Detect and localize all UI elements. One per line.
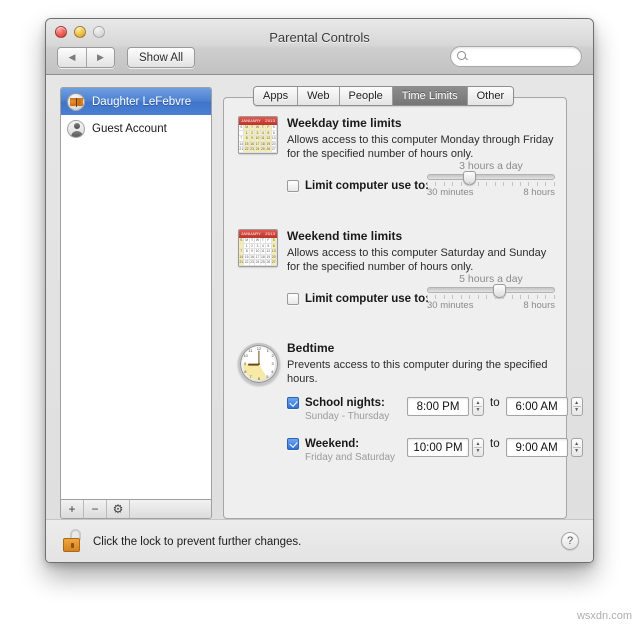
lock-message: Click the lock to prevent further change… — [93, 536, 301, 548]
weekend-start-stepper[interactable]: ▲▼ — [472, 438, 484, 457]
parental-controls-window: Parental Controls ◀ ▶ Show All Daughter … — [45, 18, 594, 563]
bedtime-weekend-row: Weekend: Friday and Saturday 10:00 PM ▲▼… — [287, 438, 583, 463]
search-field[interactable] — [450, 46, 582, 67]
section-description: Prevents access to this computer during … — [287, 358, 558, 386]
weekday-slider-track[interactable] — [427, 174, 555, 180]
weekend-slider-track[interactable] — [427, 287, 555, 293]
tab-people[interactable]: People — [339, 87, 392, 105]
school-nights-checkbox[interactable] — [287, 397, 299, 409]
weekend-limit-row[interactable]: Limit computer use to: — [287, 293, 429, 305]
weekend-slider-value: 5 hours a day — [427, 273, 555, 285]
weekday-limit-checkbox[interactable] — [287, 180, 299, 192]
toolbar: ◀ ▶ Show All — [46, 45, 593, 75]
school-nights-sublabel: Sunday - Thursday — [305, 411, 407, 422]
window-title: Parental Controls — [46, 30, 593, 45]
account-name: Guest Account — [92, 123, 167, 135]
nav-segmented-control[interactable]: ◀ ▶ — [57, 47, 115, 68]
calendar-weekend-icon: JANUARY2013 SMTWTFS 123456 78910111213 1… — [238, 229, 278, 267]
sidebar-footer: + − ⚙ — [60, 499, 212, 519]
tab-web[interactable]: Web — [297, 87, 338, 105]
bedtime-school-nights-row: School nights: Sunday - Thursday 8:00 PM… — [287, 397, 583, 422]
person-avatar-icon — [67, 120, 85, 138]
sidebar-item-guest-account[interactable]: Guest Account — [61, 115, 211, 142]
weekend-start-time[interactable]: 10:00 PM — [407, 438, 469, 457]
weekday-limit-label: Limit computer use to: — [305, 180, 429, 192]
section-title: Bedtime — [287, 341, 558, 355]
weekday-limit-row[interactable]: Limit computer use to: — [287, 180, 429, 192]
weekend-slider-ticks — [427, 295, 555, 300]
school-nights-label: School nights: — [305, 397, 385, 409]
lock-bar: Click the lock to prevent further change… — [46, 519, 593, 563]
weekday-slider-ticks — [427, 182, 555, 187]
school-nights-start-stepper[interactable]: ▲▼ — [472, 397, 484, 416]
weekend-slider[interactable]: 5 hours a day 30 minutes 8 hours — [427, 273, 555, 311]
gear-icon[interactable]: ⚙ — [107, 500, 130, 518]
add-account-button[interactable]: + — [61, 500, 84, 518]
weekend-bedtime-sublabel: Friday and Saturday — [305, 452, 407, 463]
help-button[interactable]: ? — [561, 532, 579, 550]
watermark: wsxdn.com — [577, 610, 632, 622]
calendar-weekday-icon: JANUARY2013 SMTWTFS 123456 78910111213 1… — [238, 116, 278, 154]
accounts-sidebar: Daughter LeFebvre Guest Account — [60, 87, 212, 499]
window-body: Daughter LeFebvre Guest Account + − ⚙ JA… — [46, 75, 593, 563]
weekday-slider[interactable]: 3 hours a day 30 minutes 8 hours — [427, 160, 555, 198]
weekday-slider-max: 8 hours — [523, 187, 555, 198]
search-icon — [457, 51, 468, 62]
section-title: Weekend time limits — [287, 229, 558, 243]
weekend-limit-checkbox[interactable] — [287, 293, 299, 305]
forward-icon[interactable]: ▶ — [86, 48, 114, 67]
section-description: Allows access to this computer Saturday … — [287, 246, 558, 274]
weekday-slider-min: 30 minutes — [427, 187, 473, 198]
school-nights-end-time[interactable]: 6:00 AM — [506, 397, 568, 416]
window-titlebar: Parental Controls ◀ ▶ Show All — [46, 19, 593, 75]
tab-other[interactable]: Other — [467, 87, 514, 105]
weekend-slider-max: 8 hours — [523, 300, 555, 311]
weekend-limit-label: Limit computer use to: — [305, 293, 429, 305]
unlocked-padlock-icon[interactable] — [63, 529, 83, 553]
remove-account-button[interactable]: − — [84, 500, 107, 518]
show-all-button[interactable]: Show All — [127, 47, 195, 68]
school-nights-start-time[interactable]: 8:00 PM — [407, 397, 469, 416]
calendar-grid: SMTWTFS 123456 78910111213 1415161718192… — [239, 125, 277, 153]
weekend-end-time[interactable]: 9:00 AM — [506, 438, 568, 457]
weekend-bedtime-label: Weekend: — [305, 438, 359, 450]
section-title: Weekday time limits — [287, 116, 558, 130]
to-label: to — [490, 438, 500, 450]
search-input[interactable] — [471, 51, 581, 63]
clock-icon: 12 3 6 9 1 2 4 5 7 8 10 11 — [238, 343, 280, 385]
back-icon[interactable]: ◀ — [58, 48, 86, 67]
weekend-slider-min: 30 minutes — [427, 300, 473, 311]
weekday-slider-value: 3 hours a day — [427, 160, 555, 172]
account-name: Daughter LeFebvre — [92, 96, 191, 108]
weekend-end-stepper[interactable]: ▲▼ — [571, 438, 583, 457]
butterfly-avatar-icon — [67, 93, 85, 111]
section-description: Allows access to this computer Monday th… — [287, 133, 558, 161]
tab-time-limits[interactable]: Time Limits — [392, 87, 467, 105]
tab-apps[interactable]: Apps — [254, 87, 297, 105]
tab-bar: Apps Web People Time Limits Other — [253, 86, 514, 106]
calendar-grid: SMTWTFS 123456 78910111213 1415161718192… — [239, 238, 277, 266]
school-nights-end-stepper[interactable]: ▲▼ — [571, 397, 583, 416]
sidebar-item-daughter-lefebvre[interactable]: Daughter LeFebvre — [61, 88, 211, 115]
weekend-bedtime-checkbox[interactable] — [287, 438, 299, 450]
time-limits-panel: JANUARY2013 SMTWTFS 123456 78910111213 1… — [223, 97, 567, 519]
to-label: to — [490, 397, 500, 409]
